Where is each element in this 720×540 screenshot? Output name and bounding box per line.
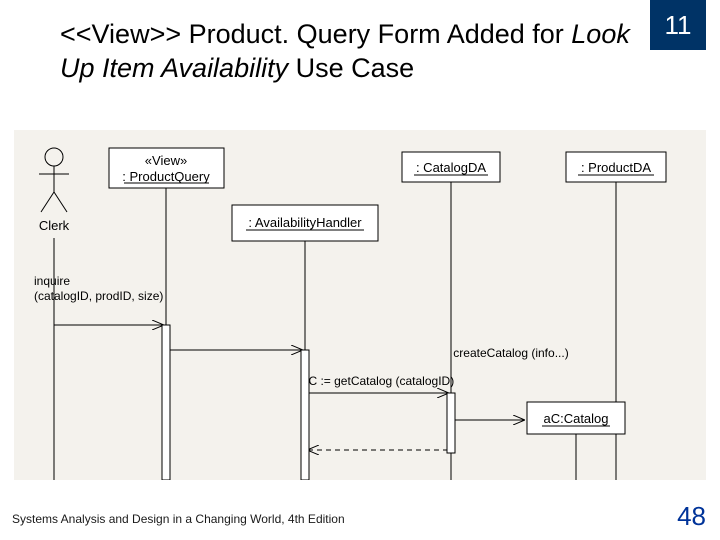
slide: 11 <<View>> Product. Query Form Added fo… [0, 0, 720, 540]
footer-text: Systems Analysis and Design in a Changin… [12, 512, 345, 526]
message-inquire: inquire (catalogID, prodID, size) [34, 274, 163, 325]
view-stereotype: «View» [145, 153, 187, 168]
lifeline-catalog: aC:Catalog [527, 402, 625, 480]
activation-handler [301, 350, 309, 480]
activation-view [162, 325, 170, 480]
actor-clerk: Clerk [39, 148, 70, 480]
getcatalog-label: aC := getCatalog (catalogID) [302, 374, 454, 388]
createcatalog-label: createCatalog (info...) [453, 346, 568, 360]
catalog-name: aC:Catalog [543, 411, 608, 426]
title-part2: Use Case [288, 53, 414, 83]
sequence-diagram: Clerk «View» : ProductQuery : Availabili… [14, 130, 706, 480]
catalogda-name: : CatalogDA [416, 160, 486, 175]
header: <<View>> Product. Query Form Added for L… [0, 0, 720, 96]
title-part1: <<View>> Product. Query Form Added for [60, 19, 571, 49]
activation-catalogda [447, 393, 455, 453]
slide-title: <<View>> Product. Query Form Added for L… [60, 18, 630, 86]
inquire-label-line2: (catalogID, prodID, size) [34, 289, 163, 303]
handler-name: : AvailabilityHandler [248, 215, 362, 230]
message-get-catalog: aC := getCatalog (catalogID) [302, 374, 454, 393]
inquire-label-line1: inquire [34, 274, 70, 288]
page-number: 48 [677, 501, 706, 532]
view-name: : ProductQuery [122, 169, 210, 184]
productda-name: : ProductDA [581, 160, 651, 175]
actor-label: Clerk [39, 218, 70, 233]
